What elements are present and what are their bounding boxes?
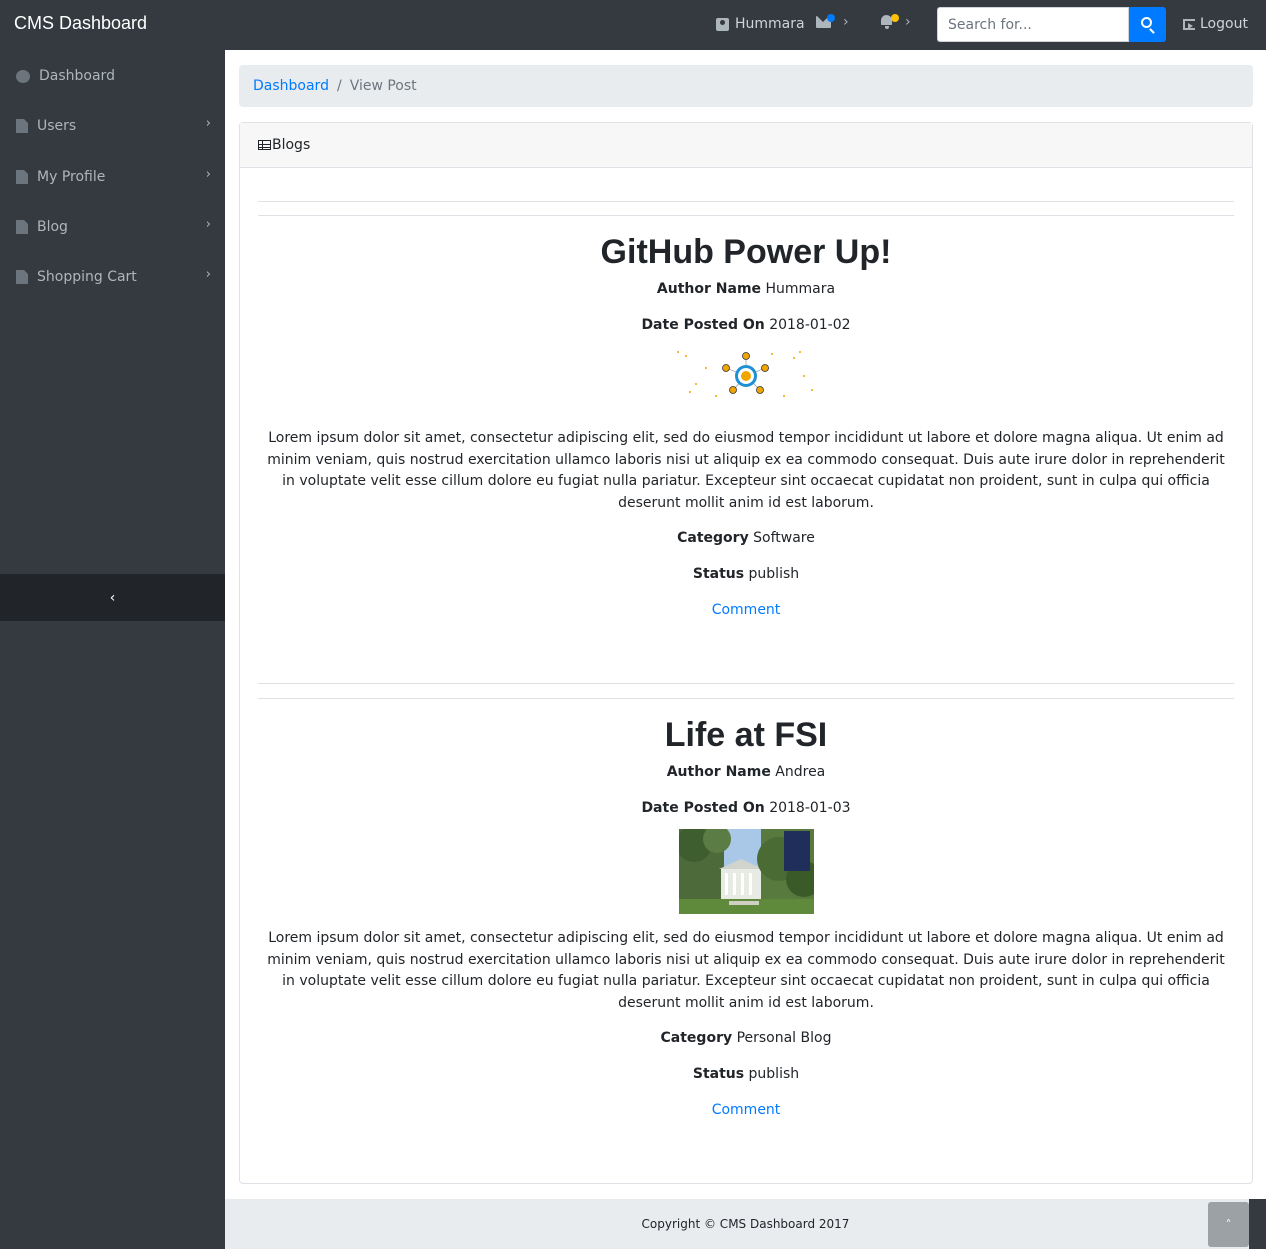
post-image	[678, 829, 814, 914]
sidebar-item-my-profile[interactable]: My Profile ›	[0, 152, 225, 202]
logout-label: Logout	[1200, 16, 1248, 32]
sidebar: Dashboard Users › My Profile › Blog › Sh…	[0, 50, 225, 1249]
author-label: Author Name	[656, 281, 762, 297]
top-navbar: CMS Dashboard Hummara › › Logout	[0, 0, 1266, 50]
brand-link[interactable]: CMS Dashboard	[14, 13, 147, 34]
status-value: publish	[748, 1066, 800, 1082]
post-title: GitHub Power Up!	[600, 233, 892, 271]
post-body: Lorem ipsum dolor sit amet, consectetur …	[267, 430, 1225, 511]
post-category: Category Software	[258, 529, 1234, 557]
post-author: Author Name Hummara	[258, 280, 1234, 308]
message-indicator	[827, 14, 835, 22]
author-value: Hummara	[765, 281, 836, 297]
sidebar-item-users[interactable]: Users ›	[0, 101, 225, 151]
category-label: Category	[660, 1030, 733, 1046]
sidebar-item-label: Dashboard	[39, 68, 115, 84]
post-comment: Comment	[258, 1101, 1234, 1129]
file-icon	[16, 270, 28, 284]
post-date: Date Posted On 2018-01-03	[258, 799, 1234, 827]
scroll-to-top-button[interactable]: ˄	[1208, 1202, 1249, 1247]
campus-photo	[678, 829, 814, 914]
user-icon	[716, 17, 729, 31]
copyright-text: Copyright © CMS Dashboard 2017	[641, 1217, 850, 1231]
divider	[258, 201, 1234, 202]
status-label: Status	[692, 566, 745, 582]
divider	[258, 215, 1234, 216]
post-body: Lorem ipsum dolor sit amet, consectetur …	[267, 930, 1225, 1011]
category-label: Category	[677, 530, 749, 546]
messages-dropdown[interactable]: ›	[816, 14, 849, 30]
breadcrumb-current: View Post	[349, 78, 417, 94]
breadcrumb: Dashboard / View Post	[239, 65, 1253, 107]
chevron-right-icon: ›	[205, 116, 211, 131]
file-icon	[16, 220, 28, 234]
breadcrumb-separator: /	[336, 78, 342, 94]
post-date: Date Posted On 2018-01-02	[258, 316, 1234, 344]
chevron-right-icon: ›	[205, 267, 211, 282]
divider	[258, 698, 1234, 699]
category-value: Software	[753, 530, 815, 546]
alerts-dropdown[interactable]: ›	[880, 14, 911, 30]
post-status: Status publish	[258, 1065, 1234, 1093]
post-comment: Comment	[258, 601, 1234, 629]
date-value: 2018-01-03	[769, 800, 851, 816]
breadcrumb-dashboard-link[interactable]: Dashboard	[253, 78, 329, 94]
github-powerup-illustration	[677, 351, 813, 397]
date-label: Date Posted On	[641, 317, 765, 333]
logout-link[interactable]: Logout	[1183, 16, 1248, 32]
blogs-card: Blogs GitHub Power Up! Author Name Humma…	[239, 122, 1253, 1184]
chevron-right-icon: ›	[205, 167, 211, 182]
sidebar-toggler[interactable]: ‹	[0, 574, 225, 621]
sidebar-item-shopping-cart[interactable]: Shopping Cart ›	[0, 252, 225, 302]
card-title: Blogs	[272, 137, 311, 153]
date-label: Date Posted On	[641, 800, 765, 816]
category-value: Personal Blog	[736, 1030, 832, 1046]
search-icon	[1141, 17, 1152, 28]
status-label: Status	[692, 1066, 745, 1082]
comment-link[interactable]: Comment	[712, 602, 781, 618]
footer: Copyright © CMS Dashboard 2017	[225, 1199, 1266, 1249]
chevron-up-icon: ˄	[1225, 1217, 1232, 1232]
divider	[258, 683, 1234, 684]
post-title: Life at FSI	[664, 716, 828, 754]
sidebar-item-label: Blog	[37, 219, 68, 235]
post-category: Category Personal Blog	[258, 1029, 1234, 1057]
post-image	[676, 346, 816, 402]
chevron-right-icon: ›	[205, 217, 211, 232]
search-button[interactable]	[1129, 7, 1166, 42]
post-author: Author Name Andrea	[258, 763, 1234, 791]
post-status: Status publish	[258, 565, 1234, 593]
chevron-left-icon: ‹	[109, 589, 116, 606]
sidebar-item-label: Users	[37, 118, 77, 134]
card-header: Blogs	[240, 123, 1252, 168]
table-icon	[258, 140, 271, 150]
user-name: Hummara	[735, 16, 805, 32]
chevron-right-icon: ›	[843, 14, 849, 30]
sidebar-item-dashboard[interactable]: Dashboard	[0, 51, 225, 101]
content-wrapper: Dashboard / View Post Blogs GitHub Power…	[225, 50, 1266, 1199]
sidebar-item-blog[interactable]: Blog ›	[0, 202, 225, 252]
sidebar-edge	[1249, 1199, 1266, 1249]
search-input[interactable]	[937, 7, 1129, 42]
blog-post: Life at FSI Author Name Andrea Date Post…	[258, 716, 1234, 1129]
dashboard-icon	[16, 69, 30, 83]
chevron-right-icon: ›	[905, 14, 911, 30]
user-menu[interactable]: Hummara	[716, 16, 805, 32]
blog-post: GitHub Power Up! Author Name Hummara Dat…	[258, 233, 1234, 629]
sidebar-item-label: My Profile	[37, 169, 106, 185]
search-form	[937, 7, 1166, 42]
alert-indicator	[891, 14, 899, 22]
file-icon	[16, 170, 28, 184]
comment-link[interactable]: Comment	[712, 1102, 781, 1118]
author-value: Andrea	[775, 764, 826, 780]
date-value: 2018-01-02	[769, 317, 851, 333]
file-icon	[16, 119, 28, 133]
status-value: publish	[748, 566, 800, 582]
sidebar-item-label: Shopping Cart	[37, 269, 137, 285]
author-label: Author Name	[666, 764, 771, 780]
sign-out-icon	[1183, 18, 1195, 30]
